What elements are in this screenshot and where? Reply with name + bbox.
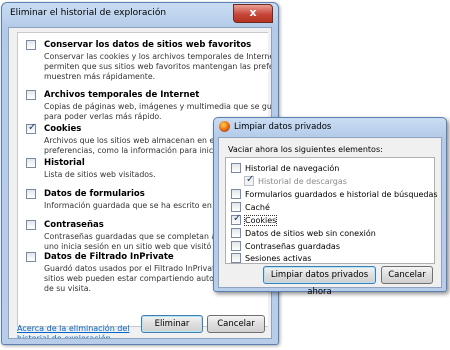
offline-data-checkbox[interactable] [231,228,241,238]
ff-window-title: Limpiar datos privados [234,122,332,132]
ie-item-title: Contraseñas [44,220,104,230]
ff-item-label: Historial de descargas [258,177,347,186]
ff-item-label: Historial de navegación [245,164,340,173]
ie-item-desc: Conservar las cookies y los archivos tem… [44,52,271,81]
delete-button[interactable]: Eliminar [141,315,203,333]
ff-item-label: Contraseñas guardadas [245,242,340,251]
favorites-checkbox[interactable] [26,40,36,50]
ff-item-label: Sesiones activas [245,254,312,263]
cancel-button[interactable]: Cancelar [207,315,265,333]
ie-item-title: Historial [44,158,85,168]
inprivate-checkbox[interactable] [26,252,36,262]
ff-dialog-body: Vaciar ahora los siguientes elementos: H… [218,137,442,297]
ff-item-label: Cookies [243,215,278,226]
passwords-checkbox[interactable] [26,220,36,230]
ie-window-title: Eliminar el historial de exploración [10,8,167,18]
ie-item-title: Conservar los datos de sitios web favori… [44,40,252,50]
ie-item-title: Datos de Filtrado InPrivate [44,252,174,262]
ff-cookies-checkbox[interactable] [231,213,241,225]
ff-item-download-history: Historial de descargas [244,174,347,186]
ie-item-title: Datos de formularios [44,189,145,199]
clear-private-data-button[interactable]: Limpiar datos privados ahora [263,266,376,297]
form-data-checkbox[interactable] [26,189,36,199]
ie-item-title: Archivos temporales de Internet [44,90,200,100]
browsing-history-checkbox[interactable] [231,163,241,173]
close-icon[interactable]: x [233,4,273,23]
download-history-checkbox [244,174,254,186]
temp-files-checkbox[interactable] [26,90,36,100]
ff-item-cache[interactable]: Caché [231,202,270,212]
ie-item-title: Cookies [44,124,82,134]
ff-item-offline-data[interactable]: Datos de sitios web sin conexión [231,228,376,238]
cookies-checkbox[interactable] [26,122,36,134]
saved-passwords-checkbox[interactable] [231,241,241,251]
ff-item-saved-passwords[interactable]: Contraseñas guardadas [231,241,340,251]
ff-item-browsing-history[interactable]: Historial de navegación [231,163,339,173]
ff-item-active-sessions[interactable]: Sesiones activas [231,253,311,263]
ff-item-label: Caché [245,203,270,212]
history-checkbox[interactable] [26,158,36,168]
ff-prompt: Vaciar ahora los siguientes elementos: [228,145,383,154]
ff-item-label: Datos de sitios web sin conexión [245,229,376,238]
ff-options-group: Historial de navegación Historial de des… [225,157,438,264]
ff-item-label: Formularios guardados e historial de bús… [245,190,438,199]
ff-item-cookies[interactable]: Cookies [231,213,278,226]
ff-item-forms[interactable]: Formularios guardados e historial de bús… [231,189,438,199]
ff-cancel-button[interactable]: Cancelar [381,266,433,284]
cache-checkbox[interactable] [231,202,241,212]
firefox-icon [219,121,230,132]
active-sessions-checkbox[interactable] [231,253,241,263]
ff-clear-private-data-window: Limpiar datos privados Vaciar ahora los … [213,117,447,297]
about-deleting-history-link[interactable]: Acerca de la eliminación del historial d… [17,324,130,338]
forms-checkbox[interactable] [231,189,241,199]
